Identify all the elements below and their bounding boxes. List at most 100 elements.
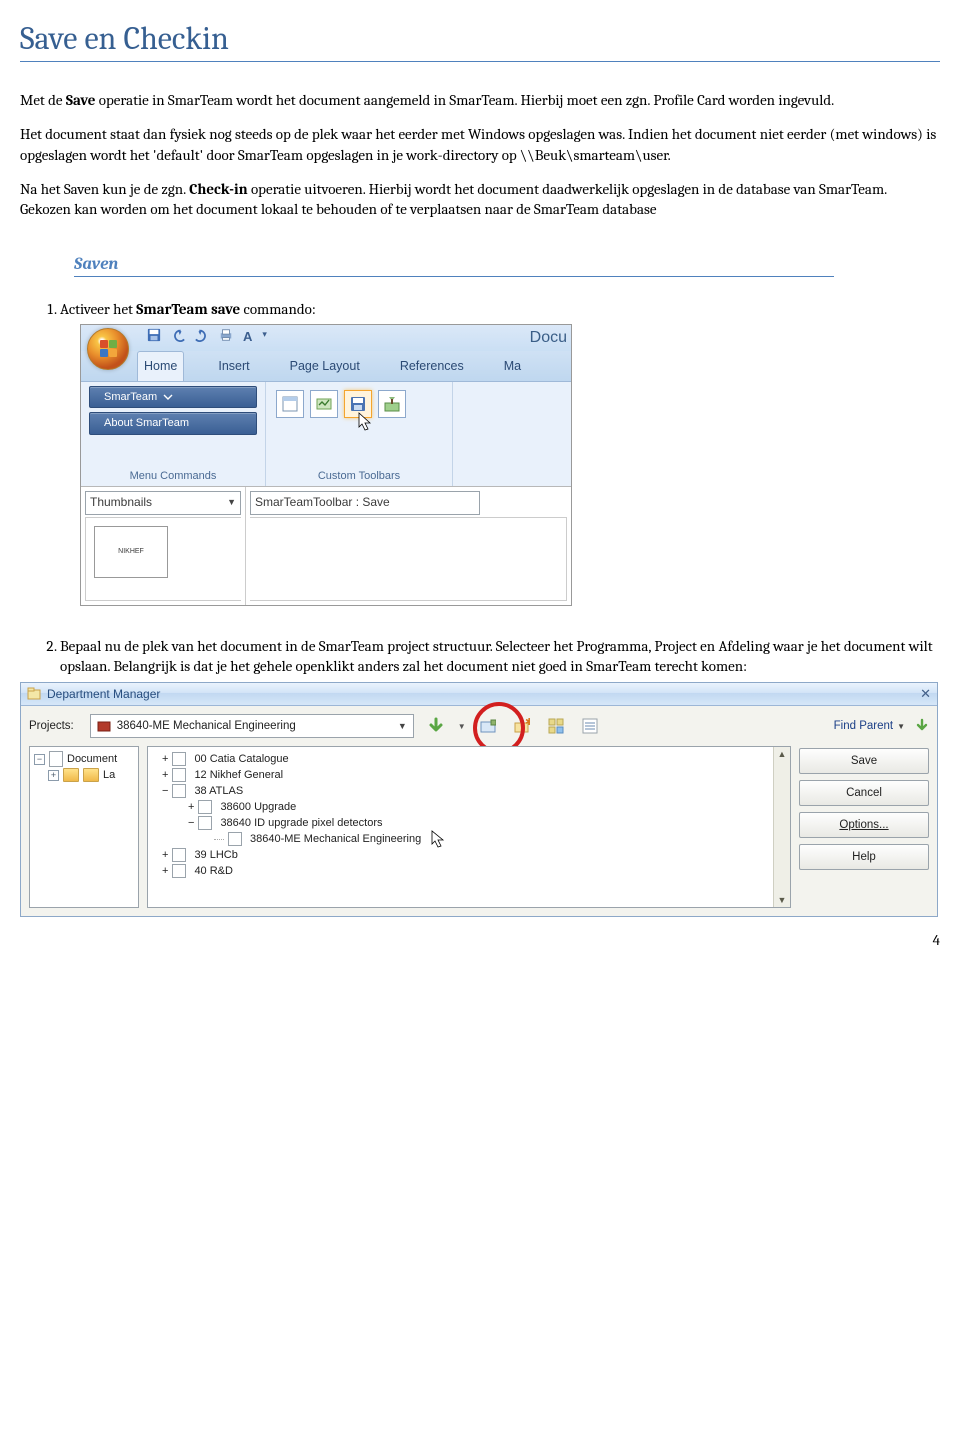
thumbnails-combo[interactable]: Thumbnails ▼ — [85, 491, 241, 515]
word-screenshot: A ▾ Docu Home Insert Page Layout Referen… — [80, 324, 572, 606]
left-tree[interactable]: − Document + La — [29, 746, 139, 908]
p1b: Save — [66, 91, 96, 109]
expand-icon[interactable]: + — [162, 753, 168, 765]
tree-item-1[interactable]: 12 Nikhef General — [194, 769, 283, 781]
dm-options-button[interactable]: Options... — [799, 812, 929, 838]
find-parent-link[interactable]: Find Parent ▼ — [834, 720, 905, 732]
go-button[interactable] — [424, 714, 448, 738]
expand-icon[interactable]: + — [162, 769, 168, 781]
toolbar-icon-1[interactable] — [276, 390, 304, 418]
tree-item-selected[interactable]: 38640-ME Mechanical Engineering — [250, 833, 421, 845]
smarteam-menu-button[interactable]: SmarTeam — [89, 386, 257, 409]
new-folder-button[interactable]: ✱ — [510, 714, 534, 738]
office-button[interactable] — [87, 328, 129, 370]
tree-item-2[interactable]: 38 ATLAS — [194, 785, 243, 797]
toolbar-icon-4[interactable] — [378, 390, 406, 418]
checkbox-icon[interactable] — [228, 832, 242, 846]
project-icon — [97, 720, 111, 732]
expand-icon[interactable]: + — [162, 865, 168, 877]
qat-more-icon[interactable]: ▾ — [262, 328, 267, 346]
svg-text:✱: ✱ — [525, 718, 530, 728]
cursor-icon — [431, 830, 447, 848]
collapse-icon[interactable]: − — [34, 754, 45, 765]
qat-font-icon[interactable]: A — [243, 328, 252, 346]
word-doc-title: Docu — [530, 327, 567, 349]
ribbon-tabs: Home Insert Page Layout References Ma — [81, 351, 571, 381]
toolbar-btn-2[interactable] — [476, 714, 500, 738]
toolbar-btn-4[interactable] — [544, 714, 568, 738]
dm-title-text: Department Manager — [47, 687, 160, 701]
intro-paragraph-3: Na het Saven kun je de zgn. Check-in ope… — [20, 179, 940, 220]
dm-save-label: Save — [851, 755, 877, 767]
subheading-saven: Saven — [74, 255, 834, 274]
checkbox-icon[interactable] — [172, 848, 186, 862]
page-number: 4 — [20, 931, 940, 949]
dm-titlebar: Department Manager ✕ — [21, 683, 937, 706]
qat-undo-icon[interactable] — [171, 328, 185, 346]
tree-item-4[interactable]: 38640 ID upgrade pixel detectors — [220, 817, 382, 829]
close-icon[interactable]: ✕ — [920, 686, 931, 702]
folder-icon — [83, 768, 99, 782]
qat-redo-icon[interactable] — [195, 328, 209, 346]
project-tree[interactable]: +00 Catia Catalogue +12 Nikhef General −… — [147, 746, 791, 908]
projects-combo[interactable]: 38640-ME Mechanical Engineering ▼ — [90, 714, 414, 738]
scroll-down-icon[interactable]: ▼ — [778, 895, 787, 905]
chevron-down-icon — [163, 392, 173, 402]
left-tree-la[interactable]: La — [103, 769, 115, 781]
s1a: Activeer het — [60, 300, 136, 318]
subheading-rule — [74, 276, 834, 277]
expand-icon[interactable]: + — [162, 849, 168, 861]
tooltip-box: SmarTeamToolbar : Save — [250, 491, 480, 515]
dm-help-button[interactable]: Help — [799, 844, 929, 870]
document-icon — [49, 751, 63, 767]
checkbox-icon[interactable] — [172, 768, 186, 782]
quick-access-toolbar: A ▾ — [147, 328, 267, 346]
tree-item-0[interactable]: 00 Catia Catalogue — [194, 753, 288, 765]
dm-cancel-label: Cancel — [846, 787, 882, 799]
tree-item-6[interactable]: 39 LHCb — [194, 849, 237, 861]
tab-pagelayout[interactable]: Page Layout — [284, 352, 366, 381]
step-1: Activeer het SmarTeam save commando: A ▾… — [60, 299, 940, 605]
tab-last[interactable]: Ma — [498, 352, 527, 381]
folder-icon — [63, 768, 79, 782]
step-2: Bepaal nu de plek van het document in de… — [60, 636, 940, 677]
expand-icon[interactable]: + — [48, 770, 59, 781]
dm-cancel-button[interactable]: Cancel — [799, 780, 929, 806]
department-manager-screenshot: Department Manager ✕ Projects: 38640-ME … — [20, 682, 938, 917]
scrollbar[interactable]: ▲ ▼ — [773, 747, 790, 907]
dm-save-button[interactable]: Save — [799, 748, 929, 774]
checkbox-icon[interactable] — [172, 784, 186, 798]
checkbox-icon[interactable] — [172, 864, 186, 878]
left-tree-documents[interactable]: Document — [67, 753, 117, 765]
qat-save-icon[interactable] — [147, 328, 161, 346]
about-smarteam-label: About SmarTeam — [104, 416, 189, 431]
page-thumbnail[interactable]: NIKHEF — [94, 526, 168, 578]
intro-paragraph-1: Met de Save operatie in SmarTeam wordt h… — [20, 90, 940, 110]
checkbox-icon[interactable] — [198, 816, 212, 830]
tree-item-7[interactable]: 40 R&D — [194, 865, 233, 877]
qat-print-icon[interactable] — [219, 328, 233, 346]
find-parent-label: Find Parent — [834, 720, 893, 732]
toolbar-btn-5[interactable] — [578, 714, 602, 738]
find-parent-go-button[interactable] — [915, 718, 929, 735]
tab-references[interactable]: References — [394, 352, 470, 381]
dm-options-label: Options... — [839, 819, 888, 831]
expand-icon[interactable]: + — [188, 801, 194, 813]
tab-home[interactable]: Home — [137, 351, 184, 381]
s1c: commando: — [240, 300, 316, 318]
chevron-down-icon: ▼ — [227, 496, 236, 508]
p3b: Check-in — [189, 180, 248, 198]
scroll-up-icon[interactable]: ▲ — [778, 749, 787, 759]
tree-item-3[interactable]: 38600 Upgrade — [220, 801, 296, 813]
checkbox-icon[interactable] — [198, 800, 212, 814]
toolbar-icon-2[interactable] — [310, 390, 338, 418]
group-menu-label: Menu Commands — [89, 465, 257, 484]
about-smarteam-button[interactable]: About SmarTeam — [89, 412, 257, 435]
checkbox-icon[interactable] — [172, 752, 186, 766]
program-icon — [27, 687, 41, 701]
collapse-icon[interactable]: − — [188, 817, 194, 829]
tab-insert[interactable]: Insert — [212, 352, 255, 381]
p1c: operatie in SmarTeam wordt het document … — [95, 91, 834, 109]
go-dropdown-icon[interactable]: ▼ — [458, 722, 466, 731]
collapse-icon[interactable]: − — [162, 785, 168, 797]
